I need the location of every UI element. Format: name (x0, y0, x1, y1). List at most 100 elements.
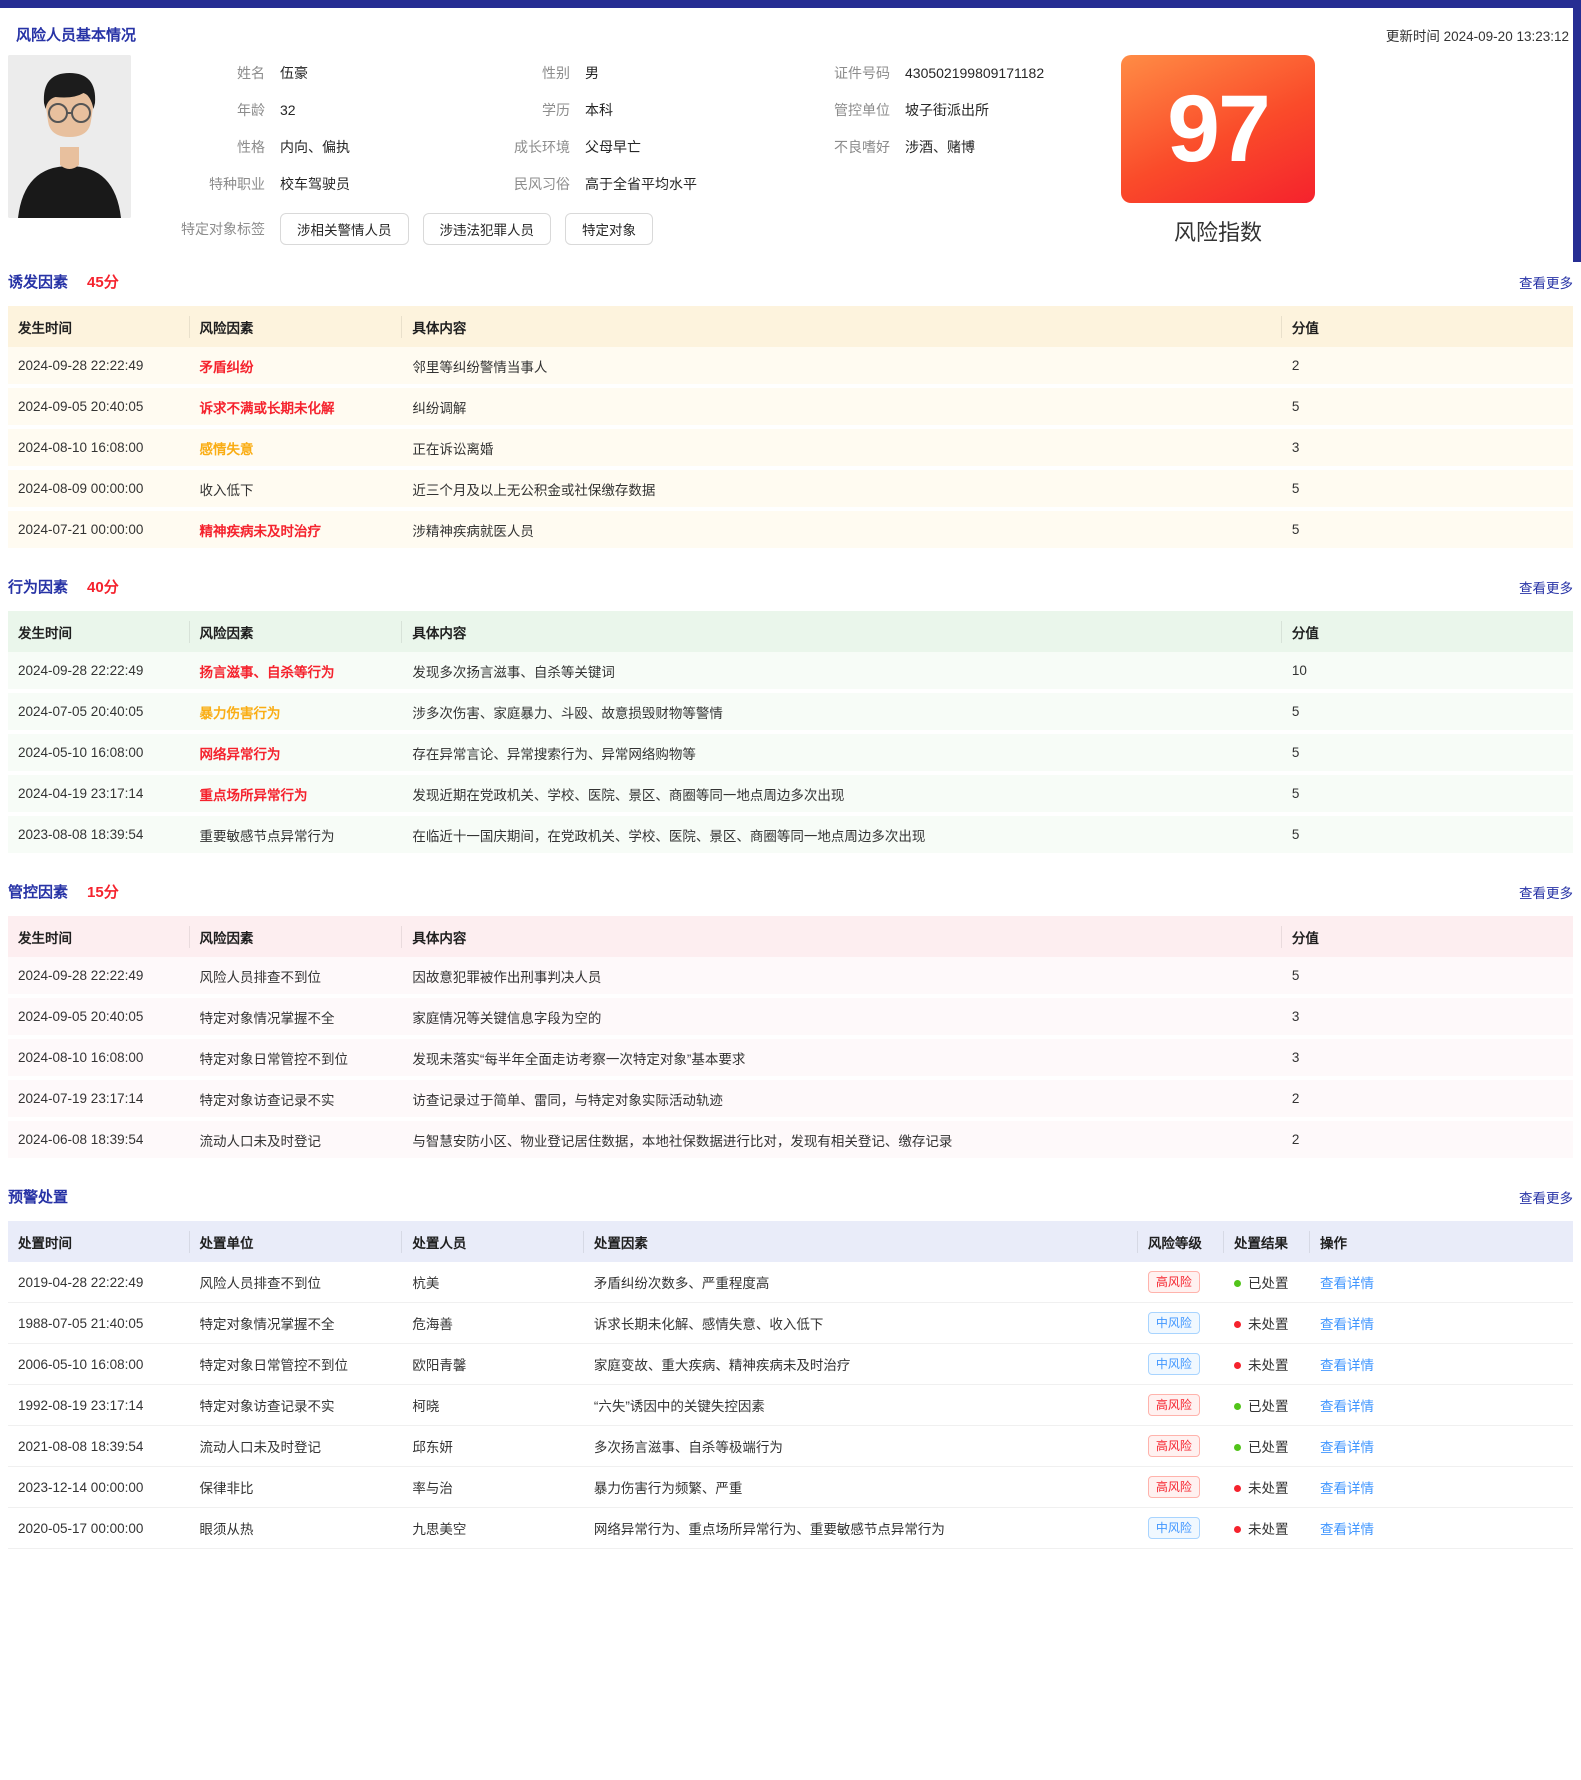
view-more-link[interactable]: 查看更多 (1519, 1187, 1573, 1207)
section-control-factors: 管控因素 15分 查看更多 发生时间风险因素具体内容分值 2024-09-28 … (8, 881, 1573, 1162)
view-detail-link[interactable]: 查看详情 (1320, 1317, 1374, 1332)
column-header: 风险等级 (1138, 1221, 1224, 1262)
view-detail-link[interactable]: 查看详情 (1320, 1276, 1374, 1291)
risk-level-badge: 高风险 (1148, 1435, 1200, 1457)
field-value: 校车驾驶员 (280, 174, 350, 194)
factor-row: 2024-09-28 22:22:49扬言滋事、自杀等行为发现多次扬言滋事、自杀… (8, 652, 1573, 693)
column-header: 发生时间 (8, 306, 190, 347)
tag-pill: 涉违法犯罪人员 (423, 213, 552, 245)
view-more-link[interactable]: 查看更多 (1519, 882, 1573, 902)
view-more-link[interactable]: 查看更多 (1519, 272, 1573, 292)
section-header: 管控因素 15分 查看更多 (8, 881, 1573, 902)
disposal-row: 2019-04-28 22:22:49风险人员排查不到位杭美矛盾纠纷次数多、严重… (8, 1262, 1573, 1303)
profile-field: 特种职业校车驾驶员 (157, 174, 462, 194)
disposal-row: 2023-12-14 00:00:00保律非比率与治暴力伤害行为频繁、严重高风险… (8, 1467, 1573, 1508)
field-label: 成长环境 (462, 137, 570, 157)
field-value: 父母早亡 (585, 137, 641, 157)
cell-time: 2023-08-08 18:39:54 (8, 816, 190, 857)
column-header: 分值 (1282, 611, 1573, 652)
cell-time: 2023-12-14 00:00:00 (8, 1467, 190, 1508)
cell-result: 已处置 (1224, 1385, 1310, 1426)
cell-time: 2024-09-05 20:40:05 (8, 388, 190, 429)
cell-factor: 重要敏感节点异常行为 (190, 816, 403, 857)
risk-level-badge: 高风险 (1148, 1394, 1200, 1416)
field-value: 男 (585, 63, 599, 83)
cell-factor: 矛盾纠纷 (190, 347, 403, 388)
status-dot-icon (1234, 1485, 1241, 1492)
cell-score: 2 (1282, 1080, 1573, 1121)
field-label: 性别 (462, 63, 570, 83)
factor-label: 风险人员排查不到位 (200, 970, 322, 985)
view-detail-link[interactable]: 查看详情 (1320, 1440, 1374, 1455)
cell-score: 3 (1282, 998, 1573, 1039)
field-label: 姓名 (157, 63, 265, 83)
profile-field: 管控单位坡子街派出所 (782, 100, 1121, 120)
section-behavior-factors: 行为因素 40分 查看更多 发生时间风险因素具体内容分值 2024-09-28 … (8, 576, 1573, 857)
cell-risk-level: 中风险 (1138, 1344, 1224, 1385)
status-dot-icon (1234, 1444, 1241, 1451)
cell-time: 2024-08-10 16:08:00 (8, 429, 190, 470)
cell-content: 与智慧安防小区、物业登记居住数据，本地社保数据进行比对，发现有相关登记、缴存记录 (402, 1121, 1282, 1162)
risk-level-badge: 中风险 (1148, 1312, 1200, 1334)
risk-score-card: 97 (1121, 55, 1315, 203)
factor-label: 诉求不满或长期未化解 (200, 401, 335, 416)
section-title: 行为因素 (8, 576, 68, 597)
section-title: 预警处置 (8, 1186, 68, 1207)
status-dot-icon (1234, 1321, 1241, 1328)
cell-person: 欧阳青馨 (402, 1344, 584, 1385)
cell-action: 查看详情 (1310, 1344, 1573, 1385)
risk-score-label: 风险指数 (1121, 215, 1315, 247)
field-value: 本科 (585, 100, 613, 120)
cell-time: 2024-09-28 22:22:49 (8, 347, 190, 388)
section-header: 行为因素 40分 查看更多 (8, 576, 1573, 597)
view-detail-link[interactable]: 查看详情 (1320, 1399, 1374, 1414)
view-detail-link[interactable]: 查看详情 (1320, 1522, 1374, 1537)
section-score: 45分 (87, 271, 119, 292)
cell-factor: 矛盾纠纷次数多、严重程度高 (584, 1262, 1138, 1303)
factor-label: 网络异常行为 (200, 747, 281, 762)
cell-score: 10 (1282, 652, 1573, 693)
profile-fields: 姓名伍豪性别男证件号码430502199809171182年龄32学历本科管控单… (131, 55, 1121, 245)
tags-label: 特定对象标签 (157, 219, 265, 239)
field-value: 伍豪 (280, 63, 308, 83)
cell-time: 2024-09-05 20:40:05 (8, 998, 190, 1039)
field-label: 特种职业 (157, 174, 265, 194)
section-title: 诱发因素 (8, 271, 68, 292)
cell-unit: 保律非比 (190, 1467, 403, 1508)
cell-score: 5 (1282, 816, 1573, 857)
view-more-link[interactable]: 查看更多 (1519, 577, 1573, 597)
field-label: 管控单位 (782, 100, 890, 120)
cell-content: 近三个月及以上无公积金或社保缴存数据 (402, 470, 1282, 511)
risk-level-badge: 高风险 (1148, 1271, 1200, 1293)
factor-label: 扬言滋事、自杀等行为 (200, 665, 335, 680)
disposal-row: 2021-08-08 18:39:54流动人口未及时登记邱东妍多次扬言滋事、自杀… (8, 1426, 1573, 1467)
view-detail-link[interactable]: 查看详情 (1320, 1358, 1374, 1373)
cell-risk-level: 高风险 (1138, 1467, 1224, 1508)
section-header: 诱发因素 45分 查看更多 (8, 271, 1573, 292)
cell-factor: 暴力伤害行为频繁、严重 (584, 1467, 1138, 1508)
profile-field: 性格内向、偏执 (157, 137, 462, 157)
cell-content: 邻里等纠纷警情当事人 (402, 347, 1282, 388)
field-value: 430502199809171182 (905, 63, 1044, 83)
cell-person: 率与治 (402, 1467, 584, 1508)
column-header: 处置人员 (402, 1221, 584, 1262)
cell-score: 2 (1282, 1121, 1573, 1162)
section-score: 40分 (87, 576, 119, 597)
factor-row: 2024-08-10 16:08:00感情失意正在诉讼离婚3 (8, 429, 1573, 470)
cell-factor: 家庭变故、重大疾病、精神疾病未及时治疗 (584, 1344, 1138, 1385)
column-header: 发生时间 (8, 611, 190, 652)
cell-result: 未处置 (1224, 1508, 1310, 1549)
column-header: 风险因素 (190, 611, 403, 652)
column-header: 分值 (1282, 306, 1573, 347)
cell-content: 正在诉讼离婚 (402, 429, 1282, 470)
column-header: 具体内容 (402, 611, 1282, 652)
section-header: 预警处置 查看更多 (8, 1186, 1573, 1207)
profile-field: 性别男 (462, 63, 782, 83)
view-detail-link[interactable]: 查看详情 (1320, 1481, 1374, 1496)
cell-factor: 暴力伤害行为 (190, 693, 403, 734)
tag-pill: 特定对象 (565, 213, 653, 245)
scrollbar-thumb[interactable] (1573, 0, 1581, 262)
cell-factor: “六失”诱因中的关键失控因素 (584, 1385, 1138, 1426)
field-value: 坡子街派出所 (905, 100, 989, 120)
cell-factor: 特定对象访查记录不实 (190, 1080, 403, 1121)
